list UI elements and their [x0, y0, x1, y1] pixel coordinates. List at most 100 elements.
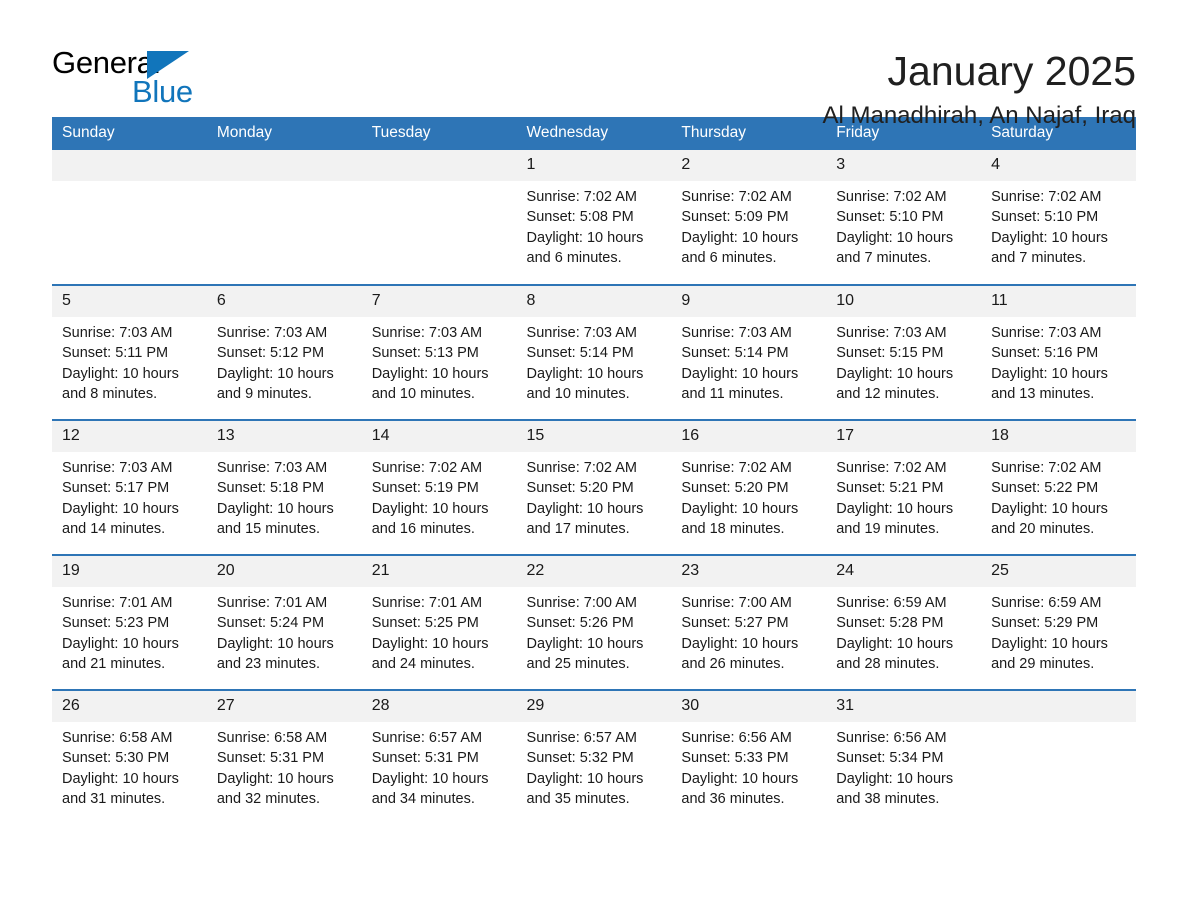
calendar-day-cell[interactable]: 24 Sunrise: 6:59 AM Sunset: 5:28 PM Dayligh… — [826, 554, 982, 690]
calendar-day-cell[interactable]: 9 Sunrise: 7:03 AM Sunset: 5:14 PM Daylight… — [671, 284, 827, 420]
sunset-time: Sunset: 5:15 PM — [836, 345, 944, 362]
daylight-duration-line1: Daylight: 10 hours — [836, 635, 954, 652]
day-details: Sunrise: 7:03 AM Sunset: 5:12 PM Daylight:… — [207, 317, 362, 404]
generalblue-logo: General Blue — [52, 46, 202, 109]
day-details: Sunrise: 7:03 AM Sunset: 5:14 PM Daylight:… — [671, 317, 826, 404]
day-details: Sunrise: 7:00 AM Sunset: 5:27 PM Daylight:… — [671, 587, 826, 674]
calendar-day-cell[interactable]: 17 Sunrise: 7:02 AM Sunset: 5:21 PM Dayligh… — [826, 419, 982, 555]
day-number: 1 — [516, 150, 672, 181]
calendar-day-cell[interactable]: 29 Sunrise: 6:57 AM Sunset: 5:32 PM Dayligh… — [516, 689, 672, 825]
sunrise-time: Sunrise: 7:03 AM — [836, 325, 947, 341]
calendar-day-cell[interactable]: 19 Sunrise: 7:01 AM Sunset: 5:23 PM Dayligh… — [52, 554, 207, 690]
sunrise-time: Sunrise: 7:01 AM — [371, 595, 483, 611]
calendar-day-cell-empty — [361, 150, 517, 285]
calendar-day-cell[interactable]: 15 Sunrise: 7:02 AM Sunset: 5:20 PM Dayligh… — [516, 419, 672, 555]
calendar-day-cell[interactable]: 10 Sunrise: 7:03 AM Sunset: 5:15 PM Dayligh… — [826, 284, 982, 420]
calendar-day-cell[interactable]: 21 Sunrise: 7:01 AM Sunset: 5:25 PM Dayligh… — [361, 554, 517, 690]
calendar-day-cell[interactable]: 16 Sunrise: 7:02 AM Sunset: 5:20 PM Dayligh… — [671, 419, 827, 555]
daylight-duration-line1: Daylight: 10 hours — [526, 229, 644, 246]
calendar-day-cell[interactable]: 4 Sunrise: 7:02 AM Sunset: 5:10 PM Daylight… — [981, 150, 1136, 285]
calendar-day-cell[interactable]: 25 Sunrise: 6:59 AM Sunset: 5:29 PM Dayligh… — [981, 554, 1136, 690]
sunrise-time: Sunrise: 7:02 AM — [681, 460, 792, 476]
calendar-day-cell[interactable]: 20 Sunrise: 7:01 AM Sunset: 5:24 PM Dayligh… — [206, 554, 362, 690]
daylight-duration-line2: and 19 minutes. — [836, 520, 940, 537]
calendar-day-cell[interactable]: 14 Sunrise: 7:02 AM Sunset: 5:19 PM Dayligh… — [361, 419, 517, 555]
calendar-week-row: 12 Sunrise: 7:03 AM Sunset: 5:17 PM Dayligh… — [52, 419, 1136, 555]
calendar-day-cell[interactable]: 31 Sunrise: 6:56 AM Sunset: 5:34 PM Dayligh… — [826, 689, 982, 825]
daylight-duration-line2: and 7 minutes. — [991, 249, 1087, 266]
sunrise-time: Sunrise: 7:02 AM — [836, 460, 947, 476]
day-details: Sunrise: 6:57 AM Sunset: 5:31 PM Daylight:… — [362, 722, 517, 809]
sunrise-time: Sunrise: 6:59 AM — [836, 595, 947, 611]
daylight-duration-line1: Daylight: 10 hours — [216, 365, 334, 382]
calendar-day-cell[interactable]: 30 Sunrise: 6:56 AM Sunset: 5:33 PM Dayligh… — [671, 689, 827, 825]
sunset-time: Sunset: 5:29 PM — [991, 615, 1099, 632]
sunset-time: Sunset: 5:26 PM — [526, 615, 634, 632]
calendar-day-cell[interactable]: 28 Sunrise: 6:57 AM Sunset: 5:31 PM Dayligh… — [361, 689, 517, 825]
calendar-day-cell[interactable]: 26 Sunrise: 6:58 AM Sunset: 5:30 PM Dayligh… — [52, 689, 207, 825]
calendar-day-cell-empty — [52, 150, 207, 285]
calendar-day-cell[interactable]: 27 Sunrise: 6:58 AM Sunset: 5:31 PM Dayligh… — [206, 689, 362, 825]
calendar-day-cell[interactable]: 18 Sunrise: 7:02 AM Sunset: 5:22 PM Dayligh… — [981, 419, 1136, 555]
day-details: Sunrise: 7:03 AM Sunset: 5:14 PM Daylight:… — [517, 317, 672, 404]
day-details: Sunrise: 7:02 AM Sunset: 5:10 PM Daylight:… — [826, 181, 981, 268]
sunset-time: Sunset: 5:09 PM — [681, 209, 789, 226]
daylight-duration-line1: Daylight: 10 hours — [991, 365, 1108, 382]
daylight-duration-line1: Daylight: 10 hours — [526, 770, 644, 787]
sunset-time: Sunset: 5:08 PM — [526, 209, 634, 226]
daylight-duration-line2: and 17 minutes. — [526, 520, 630, 537]
sunset-time: Sunset: 5:34 PM — [836, 750, 944, 767]
daylight-duration-line2: and 12 minutes. — [836, 385, 940, 402]
calendar-day-cell[interactable]: 5 Sunrise: 7:03 AM Sunset: 5:11 PM Daylight… — [52, 284, 207, 420]
sunset-time: Sunset: 5:22 PM — [991, 480, 1099, 497]
daylight-duration-line1: Daylight: 10 hours — [991, 229, 1108, 246]
daylight-duration-line2: and 36 minutes. — [681, 790, 785, 807]
daylight-duration-line1: Daylight: 10 hours — [526, 500, 644, 517]
sunrise-time: Sunrise: 6:56 AM — [836, 730, 947, 746]
daylight-duration-line1: Daylight: 10 hours — [836, 500, 954, 517]
calendar-day-cell[interactable]: 7 Sunrise: 7:03 AM Sunset: 5:13 PM Daylight… — [361, 284, 517, 420]
sunset-time: Sunset: 5:20 PM — [681, 480, 789, 497]
day-number: 26 — [52, 691, 207, 722]
calendar-day-cell[interactable]: 12 Sunrise: 7:03 AM Sunset: 5:17 PM Dayligh… — [52, 419, 207, 555]
day-details: Sunrise: 6:58 AM Sunset: 5:31 PM Daylight:… — [207, 722, 362, 809]
daylight-duration-line2: and 38 minutes. — [836, 790, 940, 807]
day-number: 23 — [671, 556, 827, 587]
calendar-day-cell[interactable]: 23 Sunrise: 7:00 AM Sunset: 5:27 PM Dayligh… — [671, 554, 827, 690]
calendar-day-cell[interactable]: 11 Sunrise: 7:03 AM Sunset: 5:16 PM Dayligh… — [981, 284, 1136, 420]
sunset-time: Sunset: 5:14 PM — [526, 345, 634, 362]
calendar-day-cell[interactable]: 8 Sunrise: 7:03 AM Sunset: 5:14 PM Daylight… — [516, 284, 672, 420]
day-number: 8 — [516, 286, 672, 317]
daylight-duration-line1: Daylight: 10 hours — [836, 229, 954, 246]
calendar-day-cell[interactable]: 6 Sunrise: 7:03 AM Sunset: 5:12 PM Daylight… — [206, 284, 362, 420]
day-number: 4 — [981, 150, 1136, 181]
day-details: Sunrise: 7:02 AM Sunset: 5:21 PM Daylight:… — [826, 452, 981, 539]
day-details: Sunrise: 7:02 AM Sunset: 5:08 PM Daylight:… — [517, 181, 672, 268]
sunrise-time: Sunrise: 6:56 AM — [681, 730, 792, 746]
calendar-day-cell[interactable]: 2 Sunrise: 7:02 AM Sunset: 5:09 PM Daylight… — [671, 150, 827, 285]
day-details: Sunrise: 6:57 AM Sunset: 5:32 PM Daylight:… — [517, 722, 672, 809]
sunrise-time: Sunrise: 7:01 AM — [62, 595, 173, 611]
calendar-day-cell[interactable]: 1 Sunrise: 7:02 AM Sunset: 5:08 PM Daylight… — [516, 150, 672, 285]
sunrise-time: Sunrise: 7:03 AM — [991, 325, 1102, 341]
daylight-duration-line2: and 20 minutes. — [991, 520, 1095, 537]
daylight-duration-line2: and 16 minutes. — [371, 520, 475, 537]
sunrise-time: Sunrise: 7:02 AM — [681, 189, 792, 205]
day-number: 16 — [671, 421, 827, 452]
sunset-time: Sunset: 5:13 PM — [371, 345, 479, 362]
calendar-day-cell[interactable]: 3 Sunrise: 7:02 AM Sunset: 5:10 PM Daylight… — [826, 150, 982, 285]
day-number: 2 — [671, 150, 827, 181]
sunset-time: Sunset: 5:21 PM — [836, 480, 944, 497]
day-details: Sunrise: 6:56 AM Sunset: 5:33 PM Daylight:… — [671, 722, 826, 809]
calendar-day-cell-empty — [981, 689, 1136, 825]
day-details: Sunrise: 7:02 AM Sunset: 5:20 PM Daylight:… — [517, 452, 672, 539]
daylight-duration-line2: and 6 minutes. — [681, 249, 777, 266]
calendar-day-cell[interactable]: 22 Sunrise: 7:00 AM Sunset: 5:26 PM Dayligh… — [516, 554, 672, 690]
calendar-page: General Blue January 2025 Al Manadhirah,… — [0, 0, 1188, 918]
sunrise-time: Sunrise: 6:58 AM — [62, 730, 173, 746]
daylight-duration-line2: and 29 minutes. — [991, 655, 1095, 672]
calendar-day-cell[interactable]: 13 Sunrise: 7:03 AM Sunset: 5:18 PM Dayligh… — [206, 419, 362, 555]
sunrise-time: Sunrise: 7:03 AM — [216, 325, 328, 341]
daylight-duration-line1: Daylight: 10 hours — [526, 365, 644, 382]
sunset-time: Sunset: 5:11 PM — [62, 345, 169, 362]
